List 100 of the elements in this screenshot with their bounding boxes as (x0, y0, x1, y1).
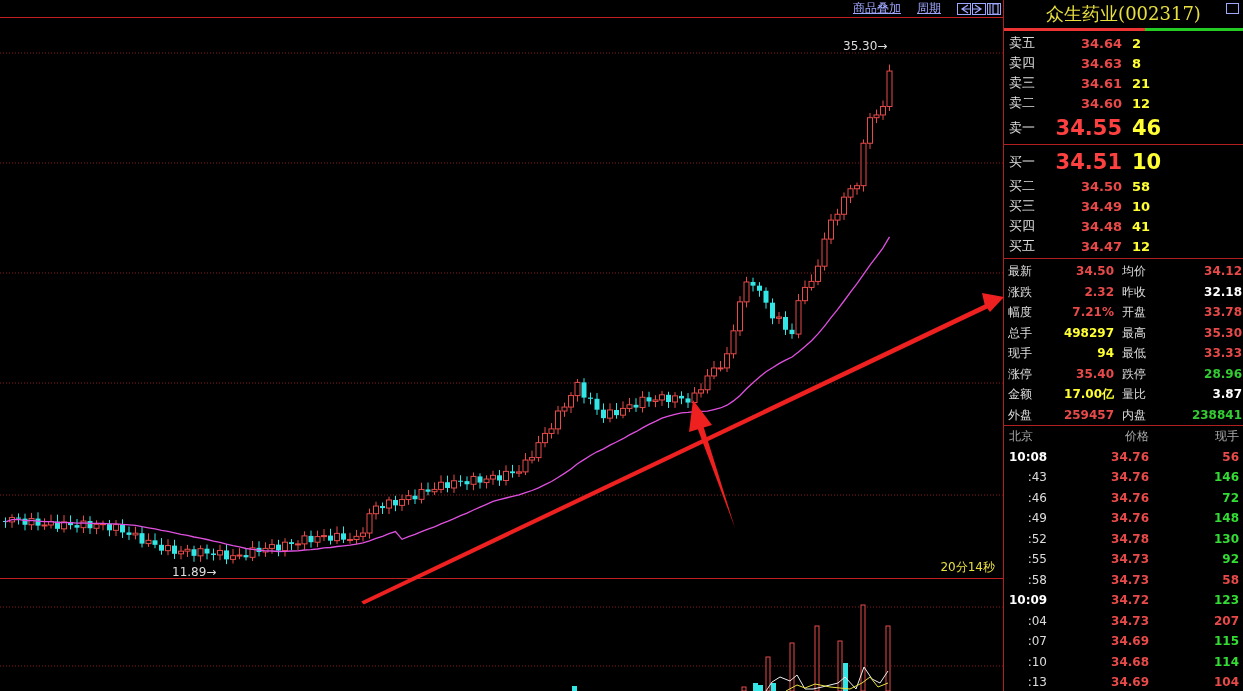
volume-bar (789, 642, 795, 691)
order-level-label: 卖二 (1009, 94, 1036, 112)
tick-time: :07 (1026, 633, 1048, 650)
order-level-label: 买四 (1009, 217, 1036, 235)
tick-price: 34.73 (1110, 571, 1149, 589)
stat-value: 35.40 (1075, 365, 1114, 383)
stat-label: 外盘 (1008, 406, 1033, 424)
order-level-label: 卖一 (1009, 118, 1036, 137)
stat-label: 跌停 (1121, 365, 1147, 383)
tick-volume: 146 (1212, 469, 1239, 486)
tick-price: 34.76 (1110, 489, 1149, 507)
tick-price: 34.76 (1110, 510, 1149, 527)
stat-label: 昨收 (1121, 283, 1147, 301)
stat-value: 34.50 (1075, 263, 1114, 280)
tick-volume: 207 (1212, 612, 1239, 630)
order-volume: 12 (1131, 238, 1152, 254)
order-volume: 58 (1131, 178, 1152, 194)
tick-time: :46 (1026, 489, 1048, 507)
order-volume: 21 (1131, 75, 1152, 91)
stat-value: 33.78 (1203, 304, 1242, 321)
stat-label: 总手 (1008, 324, 1033, 342)
stat-value: 94 (1096, 345, 1114, 362)
right-arrow-button[interactable] (972, 2, 986, 15)
stat-value: 17.00亿 (1063, 386, 1114, 403)
stat-value: 33.33 (1203, 345, 1242, 362)
order-level-label: 卖三 (1009, 74, 1036, 92)
volume-bar (885, 625, 891, 691)
tick-price: 34.69 (1110, 674, 1149, 691)
tick-time: :04 (1026, 612, 1048, 630)
stat-label: 开盘 (1121, 304, 1147, 321)
stat-value: 32.18 (1203, 283, 1242, 301)
left-arrow-button[interactable] (957, 2, 971, 15)
tick-price: 34.78 (1110, 530, 1149, 548)
stat-value: 34.12 (1203, 263, 1242, 280)
tick-price: 34.68 (1110, 653, 1149, 671)
tick-volume: 130 (1212, 530, 1239, 548)
stock-title: 众生药业(002317) (1046, 2, 1201, 26)
tick-price: 34.69 (1110, 633, 1149, 650)
tick-volume: 114 (1212, 653, 1239, 671)
stat-label: 量比 (1121, 386, 1147, 403)
order-price: 34.50 (1079, 178, 1122, 194)
high-price-label: 35.30→ (843, 39, 888, 53)
order-price: 34.55 (1054, 115, 1122, 140)
stat-value: 259457 (1062, 406, 1114, 424)
tick-time: :58 (1026, 571, 1048, 589)
tick-time: 10:08 (1009, 448, 1049, 466)
order-volume: 46 (1131, 115, 1163, 140)
stat-value: 35.30 (1203, 324, 1242, 342)
stat-label: 幅度 (1008, 304, 1033, 321)
volume-bar (741, 686, 747, 691)
countdown-timer: 20分14秒 (940, 559, 995, 576)
maximize-button[interactable] (1226, 3, 1239, 14)
tick-time: :13 (1026, 674, 1048, 691)
tick-price: 34.72 (1110, 592, 1149, 609)
stat-label: 金额 (1008, 386, 1033, 403)
order-level-label: 买五 (1009, 237, 1036, 255)
tick-price: 34.76 (1110, 469, 1149, 486)
tick-volume: 123 (1212, 592, 1239, 609)
order-volume: 41 (1131, 218, 1152, 234)
stat-value: 238841 (1190, 406, 1242, 424)
tick-time: :52 (1026, 530, 1048, 548)
order-level-label: 卖四 (1009, 54, 1036, 72)
order-volume: 12 (1131, 95, 1152, 111)
order-price: 34.61 (1079, 75, 1122, 91)
tick-volume: 92 (1221, 551, 1239, 568)
order-price: 34.51 (1054, 149, 1122, 174)
stat-label: 最低 (1121, 345, 1147, 362)
column-header: 价格 (1124, 428, 1149, 445)
tick-volume: 148 (1212, 510, 1239, 527)
volume-bar (814, 625, 820, 691)
tick-time: 10:09 (1009, 592, 1049, 609)
tick-volume: 72 (1221, 489, 1239, 507)
stat-label: 涨跌 (1008, 283, 1033, 301)
tick-price: 34.73 (1110, 551, 1149, 568)
stat-value: 498297 (1062, 324, 1114, 342)
tick-time: :49 (1026, 510, 1048, 527)
tick-time: :10 (1026, 653, 1048, 671)
order-price: 34.60 (1079, 95, 1122, 111)
tick-volume: 115 (1212, 633, 1239, 650)
stat-label: 涨停 (1008, 365, 1033, 383)
volume-bar (572, 686, 577, 691)
toolbar-link[interactable]: 商品叠加 (853, 0, 901, 17)
order-price: 34.47 (1079, 238, 1122, 254)
stat-label: 现手 (1008, 345, 1033, 362)
toolbar-link[interactable]: 周期 (917, 0, 941, 17)
panel-button[interactable] (987, 2, 1001, 15)
stat-label: 最高 (1121, 324, 1147, 342)
order-volume: 10 (1131, 198, 1152, 214)
tick-volume: 58 (1221, 571, 1239, 589)
tick-price: 34.73 (1110, 612, 1149, 630)
stat-value: 3.87 (1211, 386, 1242, 403)
stat-value: 2.32 (1083, 283, 1114, 301)
order-level-label: 买二 (1009, 177, 1036, 195)
order-level-label: 买三 (1009, 197, 1036, 215)
tick-price: 34.76 (1110, 448, 1149, 466)
tick-volume: 56 (1221, 448, 1239, 466)
column-header: 现手 (1214, 428, 1239, 445)
stat-value: 28.96 (1203, 365, 1242, 383)
tick-time: :55 (1026, 551, 1048, 568)
tick-time: :43 (1026, 469, 1048, 486)
